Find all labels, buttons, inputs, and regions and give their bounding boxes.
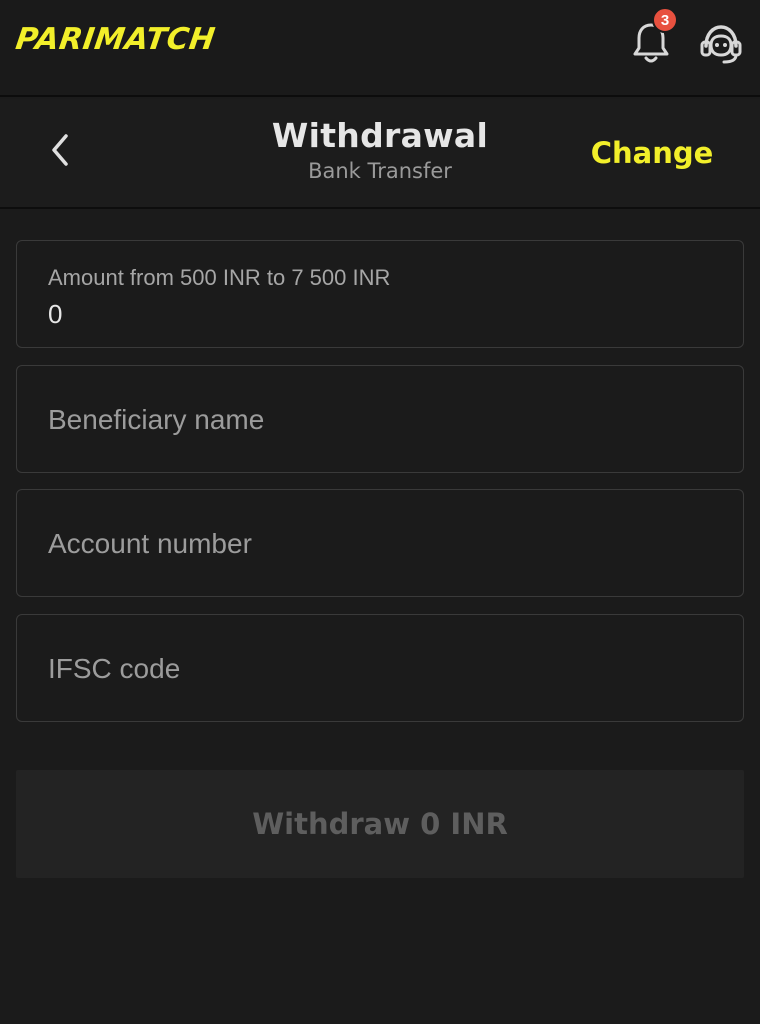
withdraw-button[interactable]: Withdraw 0 INR — [16, 770, 744, 878]
top-bar: PARIMATCH 3 — [0, 0, 760, 97]
amount-label: Amount from 500 INR to 7 500 INR — [48, 265, 391, 290]
brand-logo[interactable]: PARIMATCH — [14, 22, 218, 57]
beneficiary-name-field[interactable]: Beneficiary name — [16, 365, 744, 473]
notification-badge: 3 — [652, 7, 678, 33]
change-method-button[interactable]: Change — [580, 136, 724, 170]
amount-field[interactable]: Amount from 500 INR to 7 500 INR 0 — [16, 240, 744, 348]
support-button[interactable] — [698, 22, 744, 66]
ifsc-code-field[interactable]: IFSC code — [16, 614, 744, 722]
headset-icon — [700, 25, 742, 64]
beneficiary-name-placeholder: Beneficiary name — [48, 404, 265, 435]
ifsc-code-placeholder: IFSC code — [48, 653, 181, 684]
account-number-field[interactable]: Account number — [16, 489, 744, 597]
account-number-placeholder: Account number — [48, 528, 252, 559]
amount-input[interactable]: 0 — [48, 299, 62, 330]
